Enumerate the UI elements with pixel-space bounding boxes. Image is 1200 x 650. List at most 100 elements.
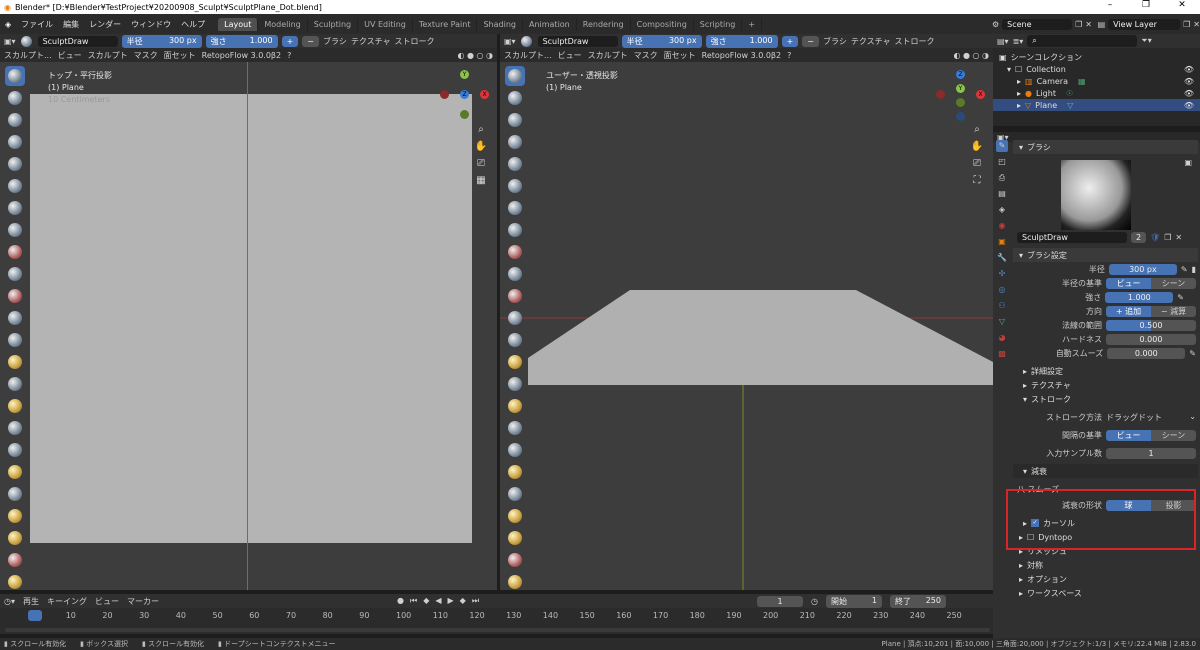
editor-type-icon[interactable]: ▣▾ [504,37,516,46]
tab-shading[interactable]: Shading [477,17,523,31]
add-direction-button[interactable]: + [781,35,799,47]
direction-add[interactable]: + 追加 [1106,305,1151,317]
tab-animation[interactable]: Animation [523,17,577,31]
filter-icon[interactable]: ⏷▾ [1141,36,1151,46]
fill-tool-icon[interactable] [5,308,25,328]
current-frame-field[interactable]: 1 [757,595,804,607]
clay-strips-tool-icon[interactable] [5,132,25,152]
inflate-tool-icon[interactable] [5,198,25,218]
elastic-deform-tool-icon[interactable] [505,418,525,438]
view-layer-selector[interactable]: ▤ View Layer ❐ ✕ [1098,18,1200,30]
expand-arrow-icon[interactable]: ▸ [1017,101,1021,110]
tab-texture-paint[interactable]: Texture Paint [413,17,478,31]
tool-tab-icon[interactable]: ✎ [996,140,1008,152]
pressure-icon[interactable]: ✎ [1181,265,1188,274]
options-panel[interactable]: ▸ オプション [1013,572,1198,586]
radius-base-scene[interactable]: シーン [1151,277,1196,289]
maximize-button[interactable]: ❐ [1128,0,1164,10]
particles-tab-icon[interactable]: ✣ [996,268,1008,280]
inflate-tool-icon[interactable] [505,198,525,218]
playback-menu[interactable]: 再生 [23,596,39,607]
workspace-panel[interactable]: ▸ ワークスペース [1013,586,1198,600]
material-tab-icon[interactable]: ◕ [996,332,1008,344]
brush-menu[interactable]: ブラシ [823,36,847,47]
nudge-tool-icon[interactable] [505,506,525,526]
brush-menu[interactable]: ブラシ [323,36,347,47]
play-reverse-icon[interactable]: ◀ [435,596,441,606]
visibility-eye-icon[interactable]: 👁 [1184,101,1194,110]
normal-radius-slider[interactable]: 0.500 [1106,319,1196,331]
brush-users-count[interactable]: 2 [1131,231,1147,243]
stroke-subpanel[interactable]: ▾ ストローク [1013,392,1198,406]
tab-compositing[interactable]: Compositing [631,17,694,31]
fill-tool-icon[interactable] [505,308,525,328]
crease-tool-icon[interactable] [505,242,525,262]
slide-relax-tool-icon[interactable] [5,550,25,570]
gizmo-x-icon[interactable]: X [480,90,489,99]
flatten-tool-icon[interactable] [5,286,25,306]
camera-view-icon[interactable]: ⎚ [477,158,485,169]
menu-render[interactable]: レンダー [84,19,126,30]
tab-rendering[interactable]: Rendering [577,17,631,31]
camera-data-icon[interactable]: ▦ [1078,77,1086,86]
view-layer-tab-icon[interactable]: ▤ [996,188,1008,200]
visibility-eye-icon[interactable]: 👁 [1184,77,1194,86]
stroke-method-dropdown[interactable]: ドラッグドット ⌄ [1106,412,1196,423]
delete-view-layer-icon[interactable]: ✕ [1193,20,1200,29]
expand-arrow-icon[interactable]: ▸ [1017,77,1021,86]
brush-settings-header[interactable]: ▾ ブラシ設定 [1013,248,1198,262]
menu-window[interactable]: ウィンドウ [126,19,176,30]
pose-tool-icon[interactable] [505,484,525,504]
cloth-tool-icon[interactable] [505,572,525,590]
view-menu[interactable]: ビュー [558,50,582,61]
pinch-tool-icon[interactable] [505,374,525,394]
close-button[interactable]: ✕ [1164,0,1200,10]
perspective-toggle-icon[interactable]: ⛶ [974,175,981,186]
rotate-tool-icon[interactable] [5,528,25,548]
duplicate-brush-icon[interactable]: ❐ [1164,233,1171,242]
gizmo-z-icon[interactable]: Z [956,70,965,79]
data-tab-icon[interactable]: ▽ [996,316,1008,328]
mode-selector[interactable]: スカルプト... [4,50,52,61]
mask-menu[interactable]: マスク [134,50,158,61]
physics-tab-icon[interactable]: ◎ [996,284,1008,296]
draw-sharp-tool-icon[interactable] [505,88,525,108]
outliner-row-camera[interactable]: ▸ ▥ Camera ▦ 👁 [993,75,1200,87]
gizmo-neg-y-icon[interactable] [460,110,469,119]
falloff-subpanel[interactable]: ▾ 減衰 [1013,464,1198,478]
timeline-area[interactable]: 1102030405060708090100110120130140150160… [0,608,993,634]
retopoflow-menu[interactable]: RetopoFlow 3.0.0β2 [702,51,781,60]
brush-icon[interactable] [20,34,34,48]
scrape-tool-icon[interactable] [505,330,525,350]
gizmo-x-icon[interactable]: X [976,90,985,99]
thumb-tool-icon[interactable] [5,462,25,482]
next-key-icon[interactable]: ◆ [460,596,466,606]
layer-tool-icon[interactable] [5,176,25,196]
brush-preview-thumbnail[interactable] [1061,160,1131,230]
texture-menu[interactable]: テクスチャ [351,36,391,47]
pan-hand-icon[interactable]: ✋ [475,141,487,152]
preview-range-icon[interactable]: ◷ [811,597,818,606]
brush-browse-icon[interactable]: ▣ [1184,158,1192,167]
keying-menu[interactable]: キーイング [47,596,87,607]
advanced-subpanel[interactable]: ▸ 詳細設定 [1013,364,1198,378]
minimize-button[interactable]: – [1092,0,1128,10]
symmetry-panel[interactable]: ▸ 対称 [1013,558,1198,572]
smooth-tool-icon[interactable] [5,264,25,284]
outliner-row-plane[interactable]: ▸ ▽ Plane ▽ 👁 [993,99,1200,111]
radius-field[interactable]: 半径 300 px [121,34,202,48]
spacing-base-scene[interactable]: シーン [1151,429,1196,441]
face-sets-menu[interactable]: 面セット [664,50,696,61]
sculpt-menu[interactable]: スカルプト [88,50,128,61]
radius-base-view[interactable]: ビュー [1106,277,1151,289]
view-menu[interactable]: ビュー [58,50,82,61]
viewport-right[interactable]: ユーザー・透視投影 (1) Plane Z Y X ⌕ ✋ ⎚ ⛶ [500,62,993,590]
tab-layout[interactable]: Layout [218,17,259,31]
prev-key-icon[interactable]: ◆ [423,596,429,606]
retopoflow-menu[interactable]: RetopoFlow 3.0.0β2 [202,51,281,60]
fake-user-icon[interactable]: 🛡 [1150,233,1160,242]
blob-tool-icon[interactable] [5,220,25,240]
subtract-direction-button[interactable]: − [302,35,319,47]
radius-field[interactable]: 300 px [1108,263,1177,275]
shading-modes-icon[interactable]: ◐ ● ○ ◑ [457,51,493,60]
